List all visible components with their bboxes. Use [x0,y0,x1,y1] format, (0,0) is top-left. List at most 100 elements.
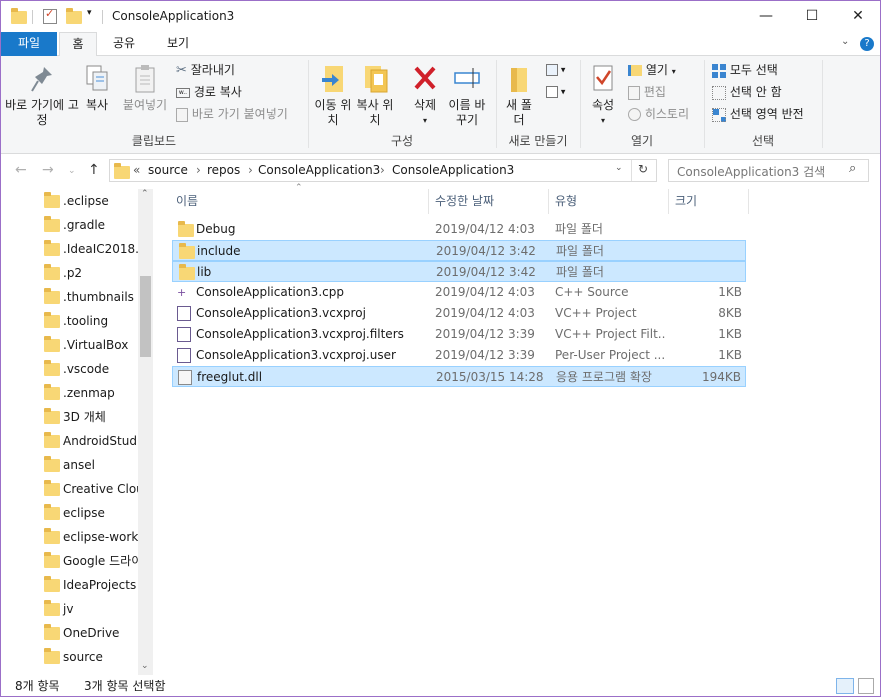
new-folder-quick-icon[interactable] [66,8,82,24]
sidebar-item[interactable]: eclipse [41,501,138,525]
history-button[interactable]: 히스토리 [628,104,689,124]
sidebar-item[interactable]: ansel [41,453,138,477]
new-folder-button[interactable]: 새 폴더 [501,64,537,128]
select-all-button[interactable]: 모두 선택 [712,60,778,80]
properties-quick-icon[interactable]: ✓ [43,7,57,24]
file-row[interactable]: ConsoleApplication3.vcxproj.filters 2019/… [172,324,746,345]
close-button[interactable]: ✕ [835,1,880,32]
large-icons-view-icon[interactable] [858,678,874,694]
scroll-up-icon[interactable]: ⌃ [141,189,149,199]
file-name: lib [197,265,212,279]
file-row[interactable]: Debug 2019/04/12 4:03 파일 폴더 [172,219,746,240]
column-date[interactable]: 수정한 날짜 [431,189,549,214]
sidebar-item[interactable]: .zenmap [41,381,138,405]
user-file-icon [177,348,191,363]
breadcrumb-source[interactable]: source [148,163,188,177]
file-row[interactable]: ConsoleApplication3.vcxproj 2019/04/12 4:… [172,303,746,324]
refresh-icon[interactable]: ↻ [638,162,648,176]
tab-share[interactable]: 공유 [101,32,147,56]
sidebar-item[interactable]: AndroidStudio [41,429,138,453]
easy-access-button[interactable]: ▾ [546,86,565,98]
tab-view[interactable]: 보기 [155,32,201,56]
properties-button[interactable]: 속성 ▾ [584,64,622,128]
open-dropdown-icon: ▾ [671,67,676,76]
tab-home[interactable]: 홈 [59,32,97,57]
column-name[interactable]: 이름 [172,189,429,214]
sidebar-item[interactable]: .vscode [41,357,138,381]
sidebar-item[interactable]: source [41,645,138,669]
paste-button[interactable]: 붙여넣기 [118,64,172,113]
explorer-window: ✓ ▾ ConsoleApplication3 — ☐ ✕ 파일 홈 공유 보기… [0,0,881,697]
help-icon[interactable]: ? [860,37,874,51]
sidebar-item[interactable]: jv [41,597,138,621]
edit-button[interactable]: 편집 [628,82,666,102]
new-item-button[interactable]: ▾ [546,64,565,76]
breadcrumb-overflow[interactable]: « [133,163,140,177]
search-box[interactable]: ConsoleApplication3 검색 ⌕ [668,159,869,182]
quick-access-dropdown-icon[interactable]: ▾ [87,8,92,18]
file-row[interactable]: include 2019/04/12 3:42 파일 폴더 [172,240,746,261]
breadcrumb-current[interactable]: ConsoleApplication3 [392,163,514,177]
column-size[interactable]: 크기 [671,189,749,214]
paste-shortcut-button[interactable]: 바로 가기 붙여넣기 [176,104,288,124]
copy-to-button[interactable]: 복사 위치 [355,64,395,128]
address-folder-icon [114,163,130,179]
ribbon-expand-icon[interactable]: ⌄ [841,36,849,47]
breadcrumb-project[interactable]: ConsoleApplication3 [258,163,380,177]
sidebar-item[interactable]: .p2 [41,261,138,285]
sidebar-item[interactable]: IdeaProjects [41,573,138,597]
search-input[interactable]: ConsoleApplication3 검색 [677,163,825,180]
file-row[interactable]: freeglut.dll 2015/03/15 14:28 응용 프로그램 확장 19… [172,366,746,387]
sidebar-item-label: .p2 [63,266,83,280]
tab-file[interactable]: 파일 [1,32,57,56]
copy-path-button[interactable]: w.. 경로 복사 [176,82,242,102]
rename-button[interactable]: 이름 바꾸기 [447,64,487,128]
sidebar-item[interactable]: .gradle [41,213,138,237]
pin-to-quick-access-button[interactable]: 바로 가기에 고정 [5,64,79,128]
file-size: 194KB [701,370,741,384]
sidebar-item[interactable]: .thumbnails [41,285,138,309]
sidebar-item[interactable]: .tooling [41,309,138,333]
scroll-down-icon[interactable]: ⌄ [141,661,149,671]
sidebar-item[interactable]: eclipse-workspace [41,525,138,549]
cut-button[interactable]: ✂ 잘라내기 [176,60,235,80]
sidebar-item[interactable]: OneDrive [41,621,138,645]
sidebar-item[interactable]: .IdeaIC2018.3 [41,237,138,261]
invert-selection-button[interactable]: 선택 영역 반전 [712,104,804,124]
select-none-button[interactable]: 선택 안 함 [712,82,782,102]
column-type[interactable]: 유형 [551,189,669,214]
file-file-icon [177,327,191,342]
sidebar-scroll-thumb[interactable] [140,276,151,357]
file-type: 응용 프로그램 확장 [556,370,652,384]
up-arrow-icon[interactable]: ↑ [88,162,100,178]
sidebar-item[interactable]: 3D 개체 [41,405,138,429]
sidebar-scrollbar[interactable]: ⌃ ⌄ [138,189,153,675]
sidebar-item[interactable]: .VirtualBox [41,333,138,357]
search-icon[interactable]: ⌕ [849,161,856,176]
address-dropdown-icon[interactable]: ⌄ [615,163,623,173]
details-view-icon[interactable] [836,678,854,694]
breadcrumb-repos[interactable]: repos [207,163,240,177]
pin-icon [31,67,52,92]
copy-button[interactable]: 복사 [79,64,115,113]
sidebar-item[interactable]: .eclipse [41,189,138,213]
recent-locations-icon[interactable]: ⌄ [68,166,76,176]
sidebar-item[interactable]: Google 드라이브 [41,549,138,573]
delete-button[interactable]: 삭제 ▾ [405,64,445,128]
open-button[interactable]: 열기 ▾ [628,60,676,80]
sidebar-item-label: Google 드라이브 [63,554,138,568]
address-bar[interactable]: « source › repos › ConsoleApplication3 ›… [109,159,657,182]
invert-selection-icon [712,107,726,122]
file-row[interactable]: ConsoleApplication3.vcxproj.user 2019/04/… [172,345,746,366]
back-arrow-icon[interactable]: ← [15,162,27,178]
sidebar-item[interactable]: Creative Cloud [41,477,138,501]
dll-file-icon [178,370,192,385]
cut-label: 잘라내기 [190,63,235,77]
file-row[interactable]: + ConsoleApplication3.cpp 2019/04/12 4:03 C… [172,282,746,303]
minimize-button[interactable]: — [743,1,789,32]
file-row[interactable]: lib 2019/04/12 3:42 파일 폴더 [172,261,746,282]
maximize-button[interactable]: ☐ [789,1,835,32]
move-to-button[interactable]: 이동 위치 [313,64,353,128]
window-title: ConsoleApplication3 [112,9,235,23]
forward-arrow-icon[interactable]: → [42,162,54,178]
